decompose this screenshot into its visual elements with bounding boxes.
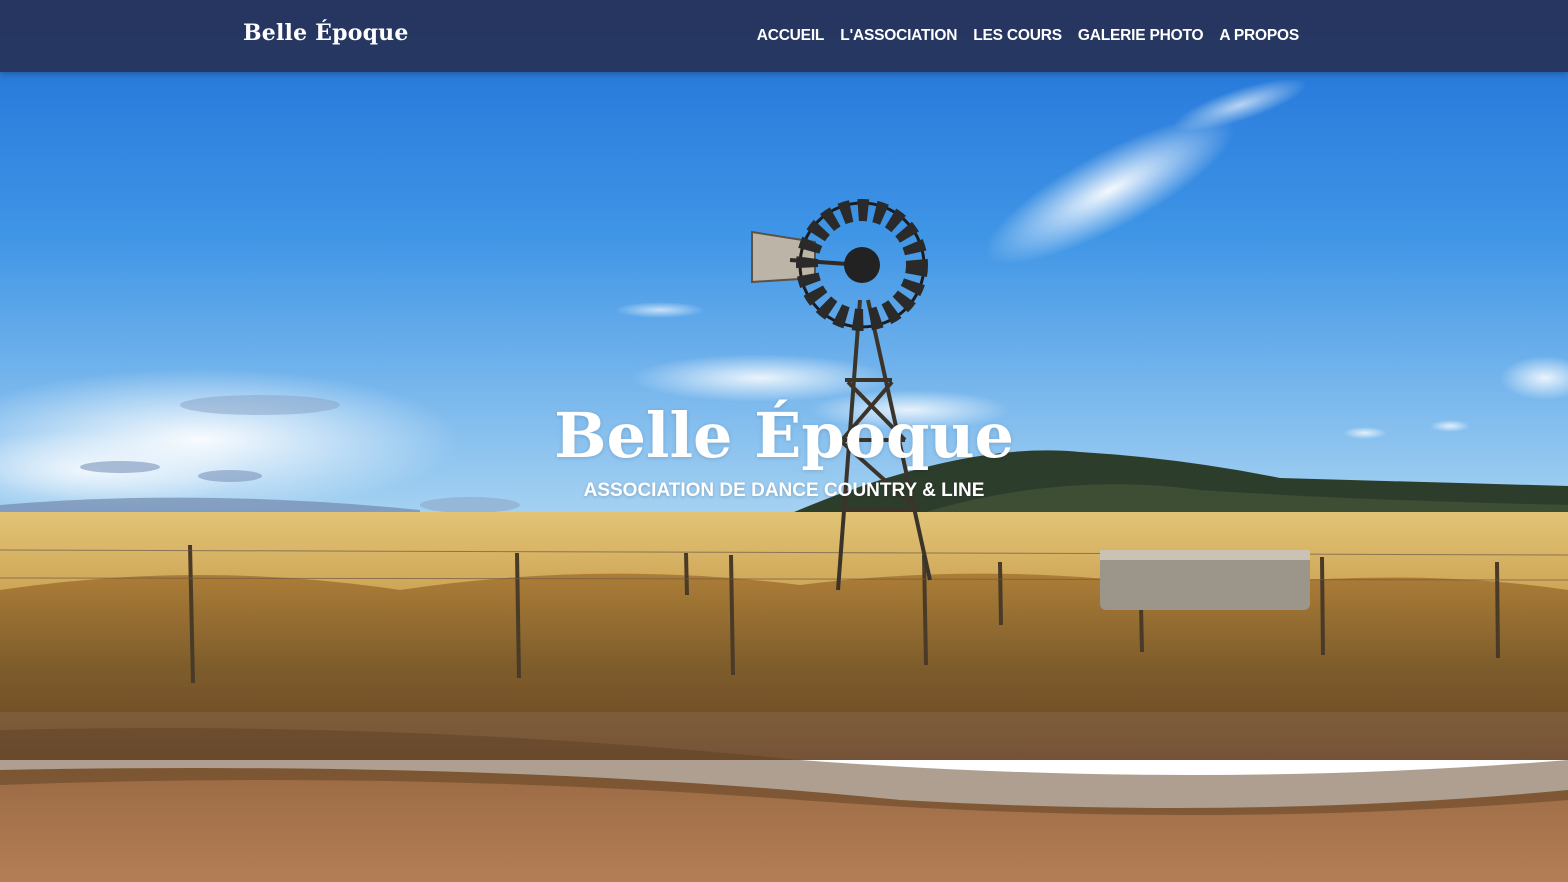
top-navbar: Belle Époque ACCUEIL L'ASSOCIATION LES C… <box>0 0 1568 72</box>
nav-link-les-cours[interactable]: LES COURS <box>973 27 1062 45</box>
nav-link-galerie-photo[interactable]: GALERIE PHOTO <box>1078 27 1204 45</box>
page-root: Belle Époque ACCUEIL L'ASSOCIATION LES C… <box>0 0 1568 882</box>
nav-link-a-propos[interactable]: A PROPOS <box>1219 27 1299 45</box>
nav-link-association[interactable]: L'ASSOCIATION <box>840 27 957 45</box>
hero-subtitle: ASSOCIATION DE DANCE COUNTRY & LINE <box>583 480 985 501</box>
brand-logo-link[interactable]: Belle Époque <box>243 20 409 46</box>
nav-link-accueil[interactable]: ACCUEIL <box>757 27 825 45</box>
nav-links: ACCUEIL L'ASSOCIATION LES COURS GALERIE … <box>757 0 1299 72</box>
hero-title: Belle Époque <box>554 399 1014 472</box>
